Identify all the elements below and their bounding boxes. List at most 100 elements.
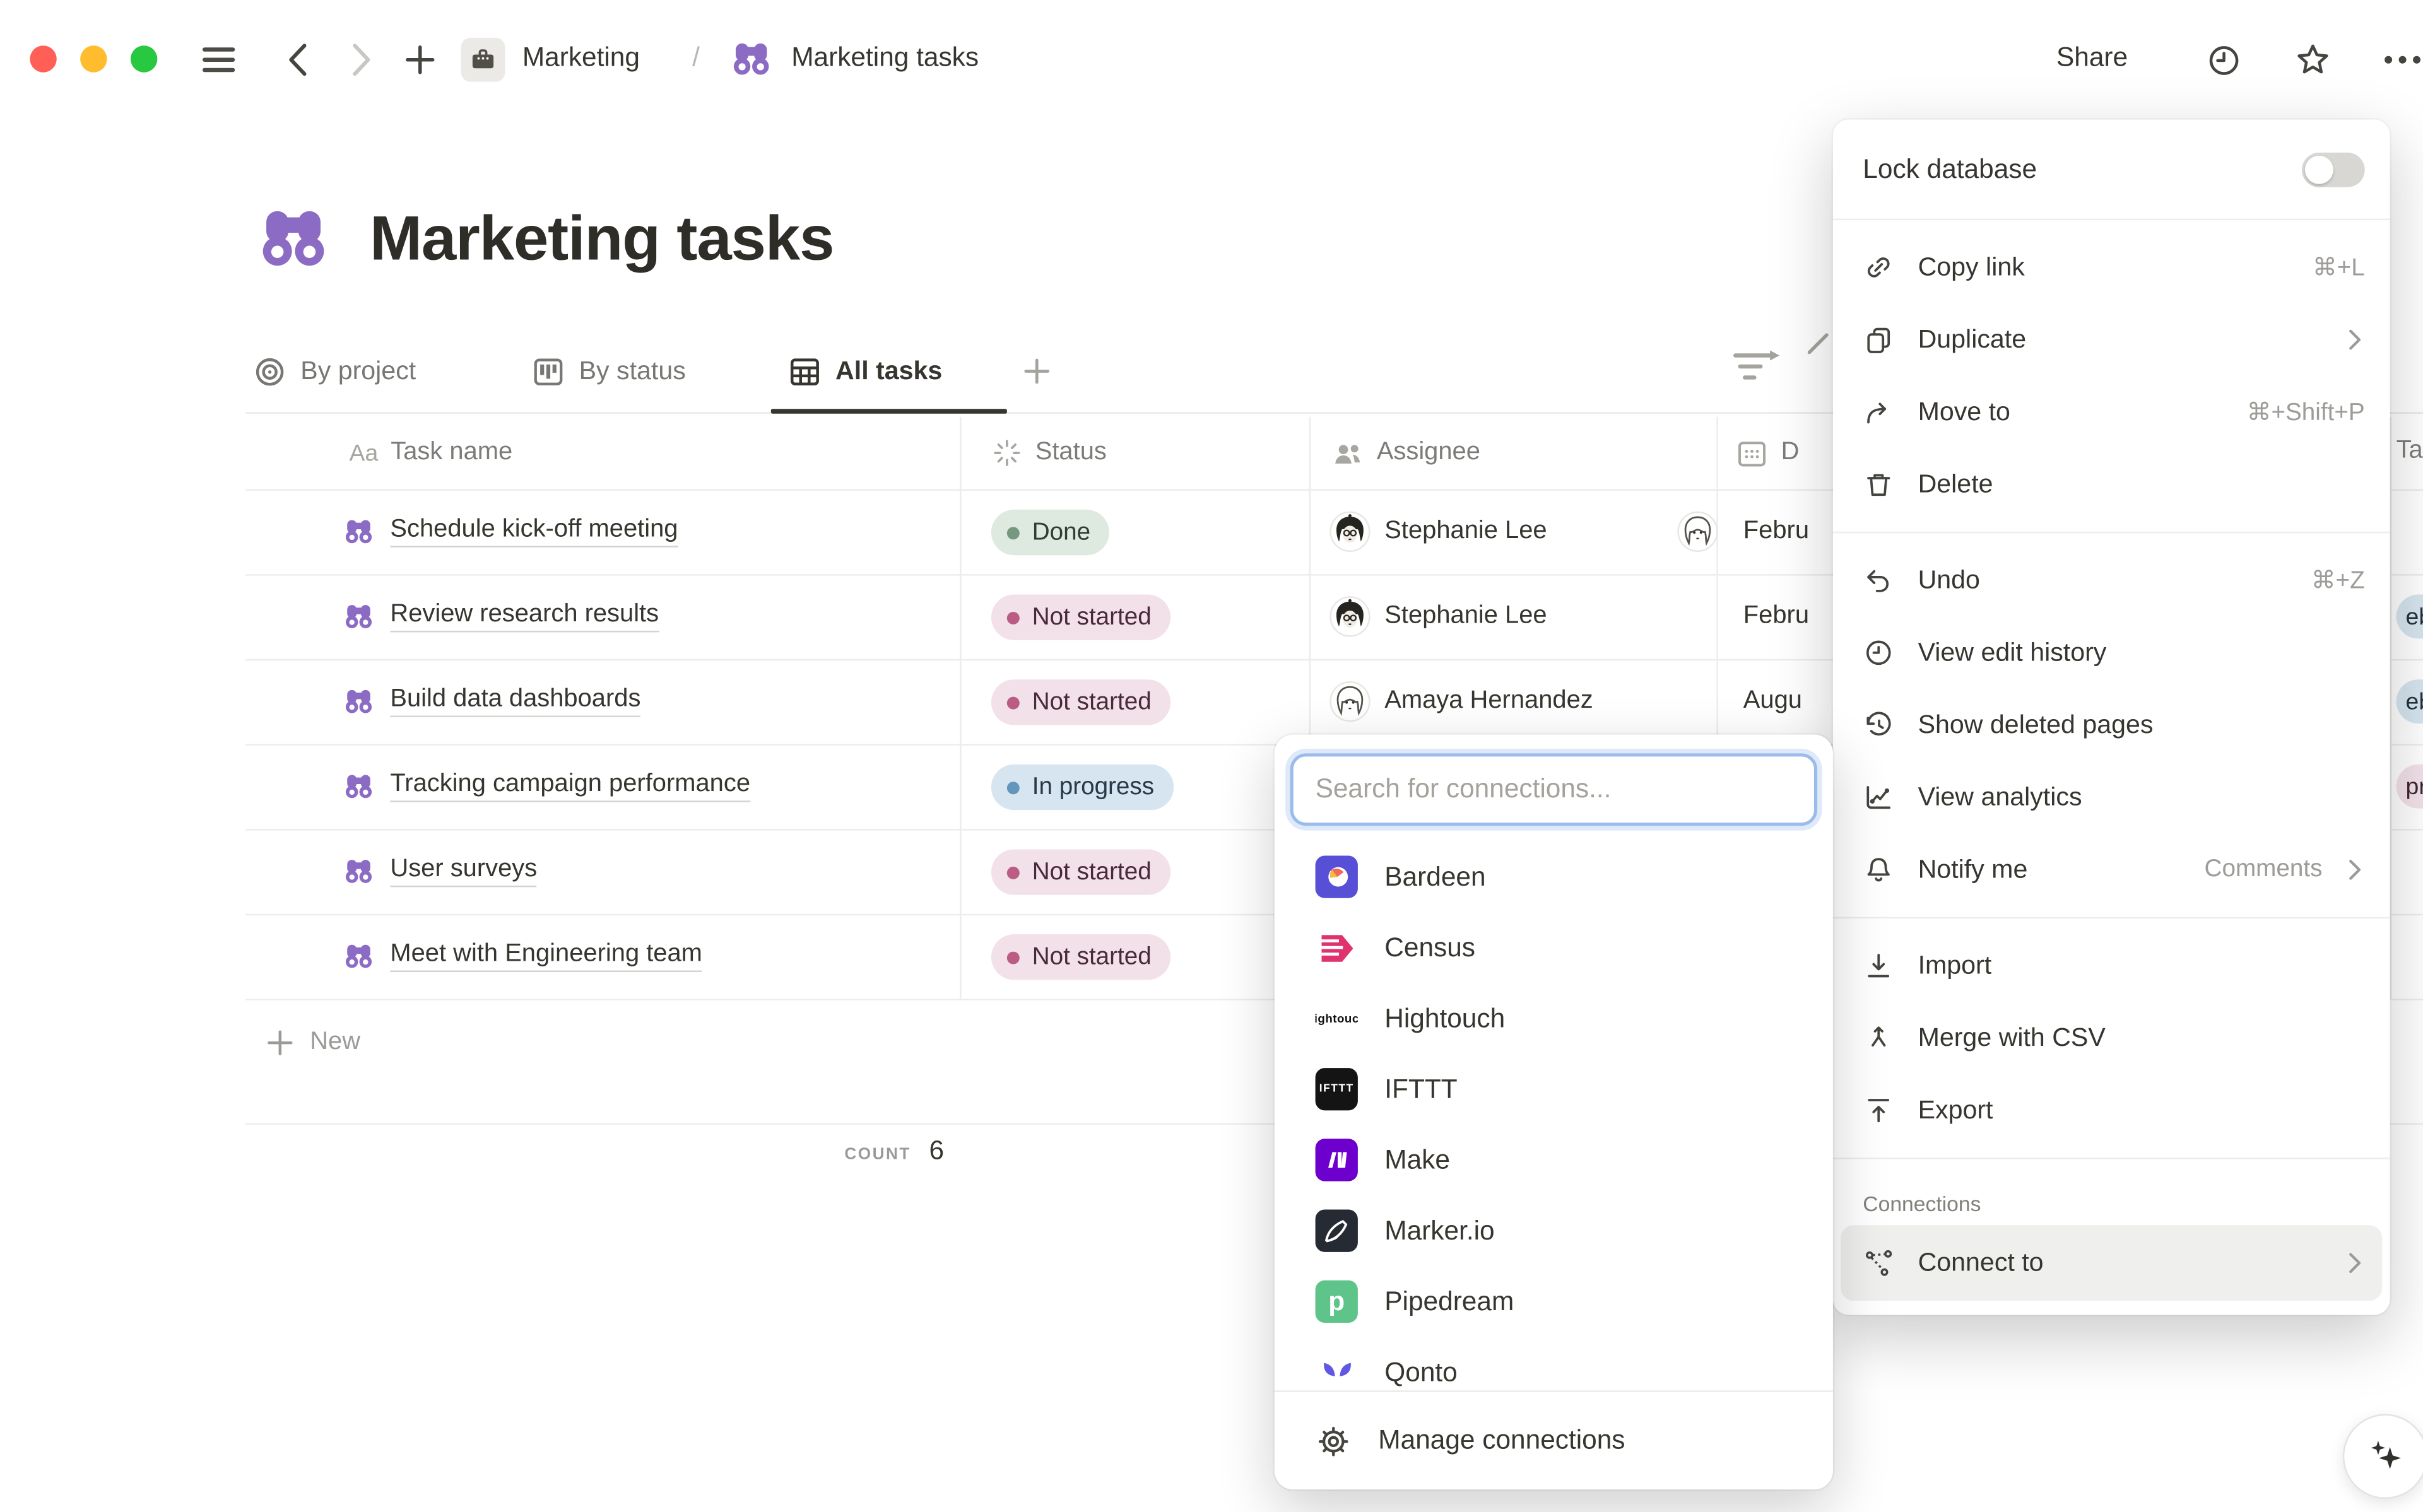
date-cell[interactable]: Febru	[1743, 574, 1809, 659]
sidebar-menu-button[interactable]	[195, 36, 242, 83]
menu-item-notify-me[interactable]: Notify me Comments	[1833, 834, 2390, 906]
share-button[interactable]: Share	[2056, 42, 2128, 74]
target-icon	[253, 355, 286, 387]
menu-item-show-deleted-pages[interactable]: Show deleted pages	[1833, 689, 2390, 761]
breadcrumb-workspace-item[interactable]	[461, 38, 505, 82]
column-header-status[interactable]: Status	[991, 417, 1107, 489]
search-input[interactable]	[1290, 753, 1817, 826]
connection-item-census[interactable]: Census	[1275, 912, 1833, 983]
new-page-button[interactable]	[396, 36, 444, 83]
menu-item-view-edit-history[interactable]: View edit history	[1833, 616, 2390, 689]
column-header-date[interactable]: D	[1735, 417, 1799, 489]
connection-item-bardeen[interactable]: Bardeen	[1275, 841, 1833, 912]
add-view-button[interactable]	[1023, 344, 1051, 398]
history-restore-icon	[1863, 710, 1894, 741]
menu-item-delete[interactable]: Delete	[1833, 448, 2390, 521]
make-logo-icon	[1316, 1139, 1358, 1181]
ai-assistant-button[interactable]	[2343, 1414, 2423, 1499]
menu-item-move-to[interactable]: Move to ⌘+Shift+P	[1833, 376, 2390, 448]
assignee-cell[interactable]: Amaya Hernandez	[1329, 659, 1737, 744]
pipedream-logo-icon: p	[1316, 1281, 1358, 1323]
breadcrumb-page-label[interactable]: Marketing tasks	[791, 42, 979, 74]
status-badge[interactable]: Not started	[991, 849, 1170, 894]
connection-item-markerio[interactable]: Marker.io	[1275, 1195, 1833, 1266]
sparkles-icon	[2362, 1433, 2409, 1480]
connection-item-ifttt[interactable]: IFTTT IFTTT	[1275, 1054, 1833, 1125]
updates-button[interactable]	[2200, 36, 2247, 83]
connection-item-pipedream[interactable]: p Pipedream	[1275, 1266, 1833, 1337]
connection-item-hightouch[interactable]: hightouch Hightouch	[1275, 983, 1833, 1053]
menu-item-duplicate[interactable]: Duplicate	[1833, 303, 2390, 376]
connection-item-make[interactable]: Make	[1275, 1125, 1833, 1195]
task-name-cell[interactable]: Schedule kick-off meeting	[343, 489, 678, 574]
connections-popup: Bardeen Census hightouch Hightouch IFTTT…	[1275, 734, 1833, 1489]
column-header-assignee[interactable]: Assignee	[1331, 417, 1480, 489]
lock-toggle[interactable]	[2302, 153, 2365, 187]
menu-item-export[interactable]: Export	[1833, 1074, 2390, 1147]
favorite-button[interactable]	[2289, 36, 2337, 83]
binoculars-icon	[343, 941, 375, 972]
status-burst-icon	[991, 437, 1023, 469]
analytics-chart-icon	[1863, 782, 1894, 813]
sort-icon-fragment	[1807, 331, 1832, 356]
merge-icon	[1863, 1023, 1894, 1054]
count-summary[interactable]: COUNT 6	[245, 1135, 944, 1167]
status-badge[interactable]: Not started	[991, 934, 1170, 980]
menu-item-connect-to[interactable]: Connect to	[1841, 1225, 2382, 1301]
connection-item-qonto[interactable]: Qonto	[1275, 1337, 1833, 1390]
tab-by-status[interactable]: By status	[532, 344, 686, 398]
export-icon	[1863, 1094, 1894, 1126]
breadcrumb-workspace-label[interactable]: Marketing	[522, 42, 640, 74]
menu-item-lock-database[interactable]: Lock database	[1833, 132, 2390, 208]
column-header-task-name[interactable]: Aa Task name	[350, 417, 513, 489]
task-name-cell[interactable]: Review research results	[343, 574, 659, 659]
menu-item-copy-link[interactable]: Copy link ⌘+L	[1833, 231, 2390, 304]
assignee-cell[interactable]: Stephanie Lee	[1329, 574, 1737, 659]
menu-item-undo[interactable]: Undo ⌘+Z	[1833, 544, 2390, 617]
menu-divider	[1833, 1157, 2390, 1159]
menu-item-view-analytics[interactable]: View analytics	[1833, 761, 2390, 834]
briefcase-icon	[468, 44, 499, 76]
forward-button[interactable]	[338, 36, 386, 83]
ifttt-logo-icon: IFTTT	[1316, 1068, 1358, 1110]
task-name-cell[interactable]: Build data dashboards	[343, 659, 641, 744]
filter-icon[interactable]	[1731, 348, 1794, 385]
assignee-cell[interactable]: Stephanie Lee	[1329, 489, 1737, 574]
import-icon	[1863, 950, 1894, 982]
status-badge[interactable]: Not started	[991, 595, 1170, 640]
database-options-menu: Lock database Copy link ⌘+L Duplicate Mo…	[1833, 120, 2390, 1315]
date-cell[interactable]: Febru	[1743, 489, 1809, 574]
manage-connections-button[interactable]: Manage connections	[1275, 1392, 1833, 1490]
people-icon	[1331, 437, 1364, 469]
duplicate-icon	[1863, 324, 1894, 356]
tab-all-tasks[interactable]: All tasks	[788, 344, 942, 398]
avatar	[1677, 511, 1718, 552]
more-options-button[interactable]	[2379, 36, 2423, 83]
binoculars-icon	[343, 771, 375, 802]
census-logo-icon	[1316, 927, 1358, 969]
menu-item-import[interactable]: Import	[1833, 930, 2390, 1002]
traffic-minimize-button[interactable]	[80, 45, 107, 72]
clock-icon	[2205, 42, 2241, 78]
status-dot-icon	[1007, 611, 1020, 624]
status-badge[interactable]: Not started	[991, 679, 1170, 725]
traffic-zoom-button[interactable]	[131, 45, 157, 72]
menu-item-merge-with-csv[interactable]: Merge with CSV	[1833, 1002, 2390, 1074]
page-title: Marketing tasks	[370, 204, 834, 275]
date-cell[interactable]: Augu	[1743, 659, 1802, 744]
back-button[interactable]	[274, 36, 321, 83]
task-name-cell[interactable]: User surveys	[343, 829, 538, 914]
menu-divider	[1833, 917, 2390, 918]
bardeen-logo-icon	[1316, 855, 1358, 898]
status-badge[interactable]: In progress	[991, 765, 1173, 810]
binoculars-icon	[343, 855, 375, 887]
traffic-close-button[interactable]	[30, 45, 56, 72]
task-name-cell[interactable]: Meet with Engineering team	[343, 914, 702, 999]
binoculars-icon	[343, 686, 375, 717]
active-tab-underline	[771, 409, 1007, 413]
status-badge[interactable]: Done	[991, 510, 1109, 555]
link-icon	[1863, 252, 1894, 283]
tab-by-project[interactable]: By project	[253, 344, 416, 398]
task-name-cell[interactable]: Tracking campaign performance	[343, 744, 750, 829]
menu-divider	[1833, 532, 2390, 533]
